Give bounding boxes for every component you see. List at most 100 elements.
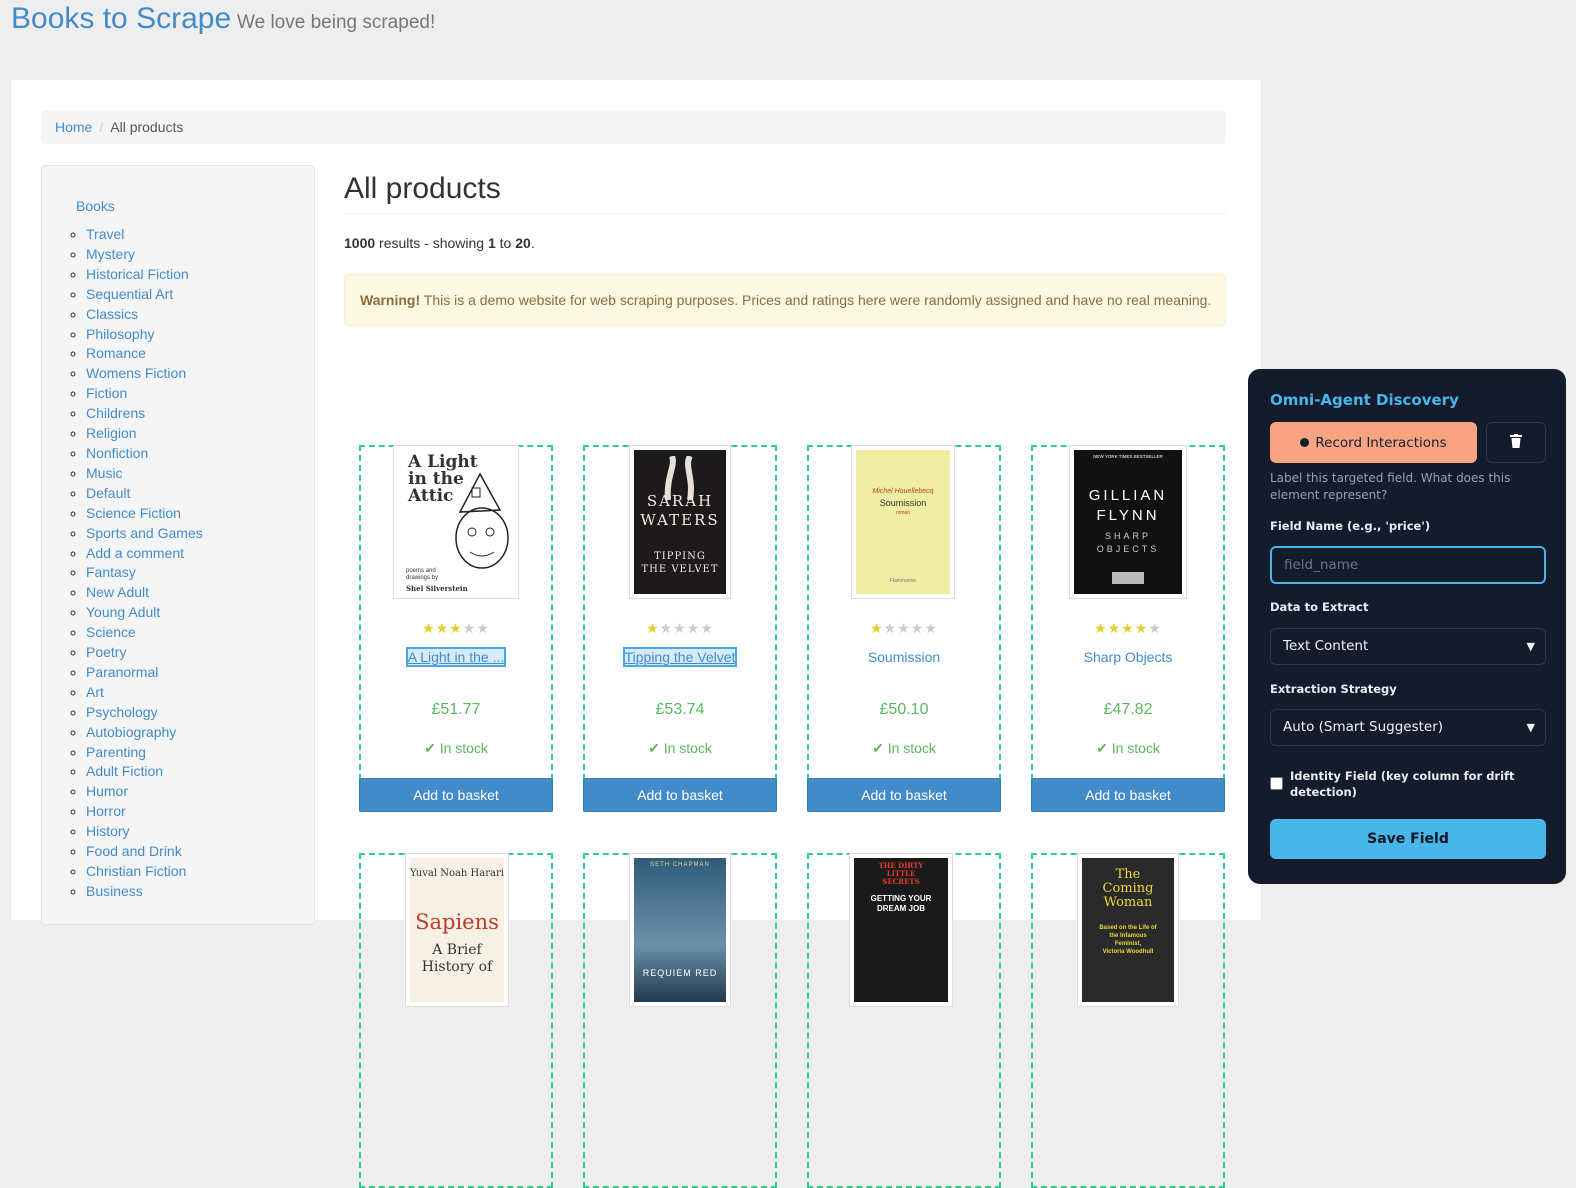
add-to-basket-button[interactable]: Add to basket <box>807 778 1001 812</box>
cover-text: NEW YORK TIMES BESTSELLER <box>1093 454 1163 459</box>
category-link[interactable]: Mystery <box>86 246 135 262</box>
category-item: Historical Fiction <box>86 265 314 285</box>
category-item: Humor <box>86 782 314 802</box>
category-link[interactable]: Music <box>86 465 123 481</box>
star-icon: ★ <box>1148 620 1162 636</box>
category-link[interactable]: Romance <box>86 345 146 361</box>
category-link[interactable]: Young Adult <box>86 604 160 620</box>
category-link[interactable]: Historical Fiction <box>86 266 189 282</box>
save-field-button[interactable]: Save Field <box>1270 819 1546 859</box>
category-link[interactable]: Sequential Art <box>86 286 173 302</box>
book-cover[interactable]: SARAH WATERS TIPPING THE VELVET <box>629 445 731 599</box>
star-icon: ★ <box>673 620 687 636</box>
category-item: Horror <box>86 802 314 822</box>
breadcrumb-home[interactable]: Home <box>55 119 92 135</box>
cover-text: Yuval Noah Harari <box>410 868 504 879</box>
star-rating: ★★★★★ <box>359 620 553 637</box>
product-title[interactable]: A Light in the ... <box>359 647 553 667</box>
star-rating: ★★★★★ <box>807 620 1001 637</box>
check-icon: ✔ <box>648 740 660 756</box>
category-link[interactable]: Philosophy <box>86 326 155 342</box>
chevron-down-icon: ▼ <box>1526 721 1535 734</box>
category-link[interactable]: Art <box>86 684 104 700</box>
book-cover[interactable]: Yuval Noah Harari Sapiens A Brief Histor… <box>405 853 509 1007</box>
book-cover[interactable]: Michel Houellebecq Soumission roman Flam… <box>851 445 955 599</box>
category-link[interactable]: Womens Fiction <box>86 365 186 381</box>
category-link[interactable]: Childrens <box>86 405 145 421</box>
book-cover[interactable]: A Light in the Attic poems and drawings … <box>393 445 519 599</box>
record-interactions-button[interactable]: Record Interactions <box>1270 422 1477 463</box>
category-item: History <box>86 822 314 842</box>
category-link[interactable]: Travel <box>86 226 124 242</box>
category-link[interactable]: Default <box>86 485 130 501</box>
cover-text: SETH CHAPMAN <box>650 862 710 868</box>
clear-button[interactable] <box>1486 422 1546 463</box>
category-item: Mystery <box>86 245 314 265</box>
category-link[interactable]: Classics <box>86 306 138 322</box>
category-link[interactable]: Fiction <box>86 385 127 401</box>
stock-status: ✔ In stock <box>872 740 936 756</box>
stock-status: ✔ In stock <box>1096 740 1160 756</box>
category-link[interactable]: Christian Fiction <box>86 863 186 879</box>
category-link[interactable]: Adult Fiction <box>86 763 163 779</box>
identity-checkbox[interactable] <box>1270 777 1283 790</box>
category-item: Fantasy <box>86 563 314 583</box>
category-link[interactable]: Food and Drink <box>86 843 182 859</box>
add-to-basket-button[interactable]: Add to basket <box>359 778 553 812</box>
category-link[interactable]: Autobiography <box>86 724 176 740</box>
stock-status: ✔ In stock <box>424 740 488 756</box>
category-link[interactable]: Humor <box>86 783 128 799</box>
cover-text: Flammarion <box>889 578 917 584</box>
extraction-strategy-select[interactable]: Auto (Smart Suggester) ▼ <box>1270 709 1546 746</box>
category-link[interactable]: History <box>86 823 130 839</box>
category-link[interactable]: Sports and Games <box>86 525 203 541</box>
star-icon: ★ <box>1134 620 1149 636</box>
star-icon: ★ <box>700 620 714 636</box>
category-link[interactable]: Parenting <box>86 744 146 760</box>
select-value: Auto (Smart Suggester) <box>1283 719 1444 735</box>
results-text: . <box>530 235 535 251</box>
results-text: results - showing <box>375 235 488 251</box>
trash-icon <box>1510 434 1522 448</box>
product-title[interactable]: Sharp Objects <box>1031 649 1225 665</box>
star-icon: ★ <box>1107 620 1122 636</box>
category-link[interactable]: Horror <box>86 803 126 819</box>
category-link[interactable]: New Adult <box>86 584 149 600</box>
field-name-input[interactable] <box>1270 546 1546 584</box>
product-title[interactable]: Soumission <box>807 649 1001 665</box>
add-to-basket-button[interactable]: Add to basket <box>583 778 777 812</box>
category-link[interactable]: Nonfiction <box>86 445 148 461</box>
category-link[interactable]: Science <box>86 624 136 640</box>
product-price: £50.10 <box>879 701 929 718</box>
cover-text: DREAM JOB <box>876 904 925 913</box>
cover-text: OBJECTS <box>1096 544 1160 554</box>
category-link[interactable]: Add a comment <box>86 545 184 561</box>
site-brand-link[interactable]: Books to Scrape <box>11 2 231 35</box>
cover-text: GETTING YOUR <box>870 894 932 903</box>
cover-illustration <box>455 472 509 569</box>
category-item: Romance <box>86 344 314 364</box>
add-to-basket-button[interactable]: Add to basket <box>1031 778 1225 812</box>
category-link[interactable]: Psychology <box>86 704 158 720</box>
category-link[interactable]: Poetry <box>86 644 126 660</box>
category-link[interactable]: Religion <box>86 425 137 441</box>
category-link[interactable]: Fantasy <box>86 564 136 580</box>
sidebar-root-books[interactable]: Books <box>76 196 314 216</box>
category-item: New Adult <box>86 583 314 603</box>
book-cover[interactable]: NEW YORK TIMES BESTSELLER GILLIAN FLYNN … <box>1069 445 1187 599</box>
category-link[interactable]: Business <box>86 883 143 899</box>
check-icon: ✔ <box>872 740 884 756</box>
book-cover[interactable]: SETH CHAPMAN REQUIEM RED <box>629 853 731 1007</box>
cover-text: Victoria Woodhull <box>1102 949 1154 955</box>
book-cover[interactable]: THE DIRTY LITTLE SECRETS GETTING YOUR DR… <box>849 853 953 1007</box>
main-content: All products 1000 results - showing 1 to… <box>344 165 1226 1188</box>
category-link[interactable]: Science Fiction <box>86 505 181 521</box>
category-link[interactable]: Paranormal <box>86 664 158 680</box>
identity-field-option[interactable]: Identity Field (key column for drift det… <box>1270 768 1546 800</box>
product-title[interactable]: Tipping the Velvet <box>583 647 777 667</box>
book-cover[interactable]: The Coming Woman Based on the Life of th… <box>1077 853 1179 1007</box>
site-header: Books to Scrape We love being scraped! <box>11 2 435 42</box>
cover-text: Michel Houellebecq <box>872 488 934 495</box>
data-to-extract-select[interactable]: Text Content ▼ <box>1270 628 1546 665</box>
cover-text: Based on the Life of <box>1099 925 1157 931</box>
